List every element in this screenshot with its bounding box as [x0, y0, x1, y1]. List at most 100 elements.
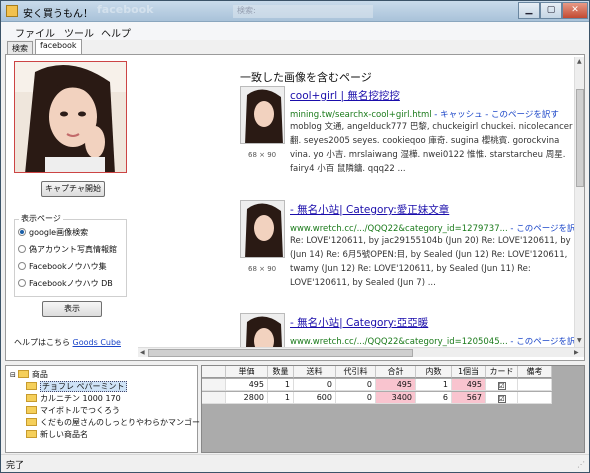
card-checkbox[interactable]: ☑ [497, 395, 506, 403]
tree-item[interactable]: カルニチン 1000 170 [26, 393, 121, 404]
tab-facebook[interactable]: facebook [35, 39, 82, 55]
radio-fake-account-photos[interactable]: 偽アカウント写真情報館 [18, 244, 117, 256]
tree-item[interactable]: チョフレ ペパーミント [26, 381, 127, 392]
grid-cell[interactable]: 6 [416, 392, 452, 404]
result-thumbnail[interactable] [240, 200, 285, 258]
tree-root[interactable]: ⊟ 商品 [10, 369, 48, 380]
help-link[interactable]: Goods Cube [73, 338, 121, 347]
grid-cell[interactable]: 2800 [226, 392, 268, 404]
captured-photo [14, 61, 127, 173]
folder-icon [26, 418, 37, 426]
tab-search[interactable]: 検索 [7, 41, 33, 55]
grid-cell[interactable]: 1 [268, 392, 294, 404]
grid-header[interactable]: 1個当 [452, 366, 486, 378]
result-url-text: mining.tw/searchx-cool+girl.html [290, 110, 432, 120]
grid-cell[interactable]: 0 [294, 379, 336, 391]
grid-cell-unit[interactable]: 567 [452, 392, 486, 404]
scroll-right-icon[interactable]: ▶ [574, 349, 579, 356]
result-thumbnail[interactable] [240, 86, 285, 144]
grid-header[interactable]: 備考 [518, 366, 552, 378]
tree-item[interactable]: くだもの屋さんのしっとりやわらかマンゴー [26, 417, 200, 428]
browser-horizontal-scrollbar[interactable]: ◀ ▶ [138, 347, 584, 357]
tree-item-label: マイボトルでつくろう [40, 406, 120, 415]
grid-cell-note[interactable] [518, 392, 552, 404]
vertical-scroll-thumb[interactable] [576, 89, 584, 187]
radio-facebook-knowhow[interactable]: Facebookノウハウ集 [18, 261, 107, 273]
status-bar: 完了 ⋰ [1, 454, 589, 472]
grid-cell[interactable]: 1 [416, 379, 452, 391]
tree-item[interactable]: マイボトルでつくろう [26, 405, 120, 416]
grid-header[interactable]: 内数 [416, 366, 452, 378]
background-search-field: 検索: [233, 5, 373, 18]
menu-file[interactable]: ファイル [15, 25, 55, 40]
scroll-left-icon[interactable]: ◀ [140, 349, 145, 356]
result-url: www.wretch.cc/.../QQQ22&category_id=1279… [290, 222, 574, 234]
minimize-button[interactable]: ▁ [518, 2, 540, 19]
app-icon [6, 5, 18, 17]
grid-cell[interactable]: 0 [336, 379, 376, 391]
results-heading: 一致した画像を含むページ [240, 71, 372, 84]
maximize-button[interactable]: ▢ [540, 2, 562, 19]
horizontal-scroll-thumb[interactable] [148, 349, 413, 357]
background-window-title: facebook [97, 3, 154, 16]
grid-cell[interactable]: 0 [336, 392, 376, 404]
scroll-up-icon[interactable]: ▲ [577, 58, 582, 65]
facebook-tab-panel: キャプチャ開始 表示ページ google画像検索 偽アカウント写真情報館 Fac… [5, 54, 585, 361]
result-title-link[interactable]: cool+girl | 無名挖挖挖 [290, 88, 400, 103]
card-checkbox[interactable]: ☑ [497, 382, 506, 390]
close-button[interactable]: ✕ [562, 2, 588, 19]
grid-header[interactable]: 送料 [294, 366, 336, 378]
display-page-group-title: 表示ページ [19, 213, 63, 224]
tree-item-label: くだもの屋さんのしっとりやわらかマンゴー [40, 418, 200, 427]
grid-header[interactable]: 合計 [376, 366, 416, 378]
result-title-link[interactable]: - 無名小站| Category:亞亞暖 [290, 315, 428, 330]
tree-item[interactable]: 新しい商品名 [26, 429, 88, 440]
result-cache-link[interactable]: - このページを訳 [508, 224, 574, 234]
collapse-icon[interactable]: ⊟ [10, 371, 16, 379]
menu-help[interactable]: ヘルプ [101, 25, 131, 40]
radio-selected-icon [18, 228, 26, 236]
row-header[interactable] [202, 379, 226, 391]
grid-cell-card[interactable]: ☑ [486, 379, 518, 391]
grid-cell[interactable]: 495 [226, 379, 268, 391]
grid-cell[interactable]: 600 [294, 392, 336, 404]
grid-header[interactable]: 代引料 [336, 366, 376, 378]
result-url-text: www.wretch.cc/.../QQQ22&category_id=1205… [290, 337, 508, 347]
result-title-link[interactable]: - 無名小站| Category:愛正妹文章 [290, 202, 449, 217]
grid-cell-unit[interactable]: 495 [452, 379, 486, 391]
grid-cell-card[interactable]: ☑ [486, 392, 518, 404]
grid-cell-total[interactable]: 495 [376, 379, 416, 391]
result-cache-link[interactable]: - キャッシュ - このページを訳す [432, 110, 559, 120]
row-header[interactable] [202, 392, 226, 404]
grid-cell-note[interactable] [518, 379, 552, 391]
result-size: 68 × 90 [248, 151, 277, 159]
result-snippet: Re: LOVE'120611, by jac29155104b (Jun 20… [290, 236, 571, 288]
tree-item-label: 新しい商品名 [40, 430, 88, 439]
capture-start-button[interactable]: キャプチャ開始 [41, 181, 105, 197]
grid-header[interactable]: カード [486, 366, 518, 378]
result-thumbnail[interactable] [240, 313, 285, 347]
menu-bar: ファイル ツール ヘルプ [1, 22, 589, 40]
result-cache-link[interactable]: - このページを訳 [508, 337, 574, 347]
folder-icon [26, 430, 37, 438]
grid-cell-total[interactable]: 3400 [376, 392, 416, 404]
title-bar[interactable]: 安く買うもん！ facebook 検索: ▁ ▢ ✕ [1, 1, 589, 22]
radio-label: google画像検索 [29, 228, 89, 237]
folder-icon [26, 382, 37, 390]
scroll-down-icon[interactable]: ▼ [577, 337, 582, 344]
radio-facebook-knowhow-db[interactable]: Facebookノウハウ DB [18, 278, 113, 290]
product-tree[interactable]: ⊟ 商品 チョフレ ペパーミント カルニチン 1000 170 マイボトルでつくろ… [5, 365, 200, 453]
grid-header[interactable]: 数量 [268, 366, 294, 378]
browser-vertical-scrollbar[interactable]: ▲ ▼ [574, 57, 584, 347]
resize-grip-icon[interactable]: ⋰ [577, 460, 587, 470]
show-button[interactable]: 表示 [42, 301, 102, 317]
folder-icon [26, 394, 37, 402]
grid-cell[interactable]: 1 [268, 379, 294, 391]
grid-header[interactable]: 単価 [226, 366, 268, 378]
radio-icon [18, 262, 26, 270]
menu-tools[interactable]: ツール [64, 25, 94, 40]
price-grid[interactable]: 単価 数量 送料 代引料 合計 内数 1個当 カード 備考 495 1 0 0 … [201, 365, 585, 453]
result-snippet: moblog 文通, angelduck777 巴黎, chuckeigirl … [290, 122, 573, 174]
radio-google-image-search[interactable]: google画像検索 [18, 227, 88, 239]
help-text: ヘルプはこちら [14, 338, 70, 347]
